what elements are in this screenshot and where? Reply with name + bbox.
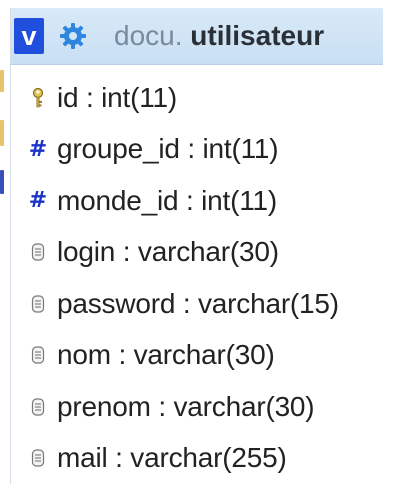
column-row-mail[interactable]: mail : varchar(255)	[11, 433, 389, 485]
database-name: docu.	[114, 20, 183, 51]
edge-artifact	[0, 70, 4, 92]
column-label: monde_id : int(11)	[57, 184, 278, 216]
designer-canvas: v docu. utilisateur id: int(11) # group…	[0, 0, 395, 485]
column-row-groupe-id[interactable]: # groupe_id : int(11)	[11, 124, 389, 176]
column-list: id : int(11) # groupe_id : int(11) # mon…	[11, 72, 389, 484]
table-header[interactable]: v docu. utilisateur	[11, 8, 383, 65]
table-title[interactable]: docu. utilisateur	[114, 20, 324, 52]
numeric-icon: #	[28, 188, 48, 214]
column-label: password : varchar(15)	[57, 287, 339, 319]
column-label: nom : varchar(30)	[57, 339, 275, 371]
column-row-id[interactable]: id : int(11)	[11, 72, 389, 124]
numeric-icon: #	[28, 136, 48, 162]
column-label: login : varchar(30)	[57, 236, 279, 268]
text-field-icon	[25, 343, 51, 367]
gear-icon[interactable]	[58, 21, 88, 51]
key-icon	[25, 86, 51, 110]
column-label: groupe_id : int(11)	[57, 133, 279, 165]
text-field-icon	[25, 446, 51, 470]
table-name: utilisateur	[190, 20, 325, 51]
column-row-prenom[interactable]: prenom : varchar(30)	[11, 381, 389, 433]
text-field-icon	[25, 240, 51, 264]
column-row-login[interactable]: login : varchar(30)	[11, 227, 389, 279]
column-label: prenom : varchar(30)	[57, 390, 315, 422]
column-row-nom[interactable]: nom : varchar(30)	[11, 330, 389, 382]
edge-artifact	[0, 120, 4, 146]
column-row-password[interactable]: password : varchar(15)	[11, 278, 389, 330]
column-row-monde-id[interactable]: # monde_id : int(11)	[11, 175, 389, 227]
collapse-toggle-button[interactable]: v	[14, 18, 44, 54]
column-label: id : int(11)	[57, 81, 178, 113]
text-field-icon	[25, 292, 51, 316]
text-field-icon	[25, 395, 51, 419]
table-card: v docu. utilisateur id: int(11) # group…	[10, 8, 389, 484]
column-label: mail : varchar(255)	[57, 442, 287, 474]
edge-artifact	[0, 170, 4, 194]
